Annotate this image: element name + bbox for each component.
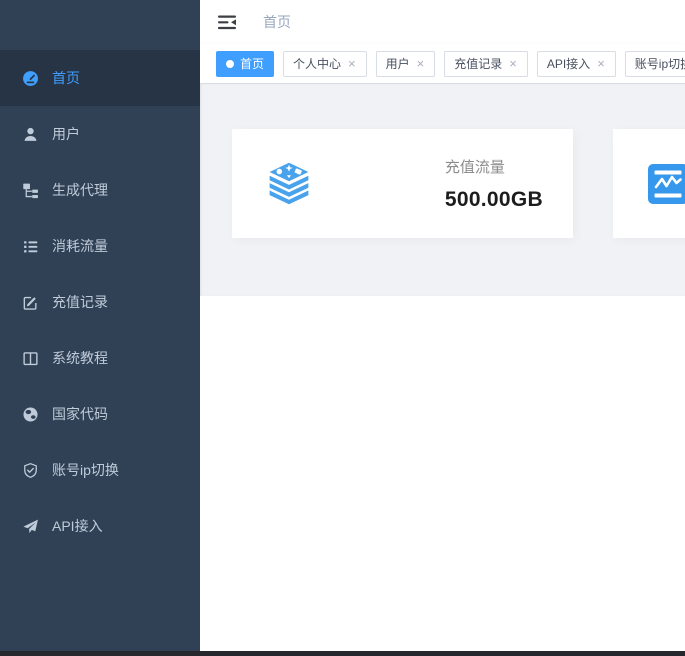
sidebar-item-label: 首页 bbox=[52, 68, 80, 88]
sidebar-item-label: 国家代码 bbox=[52, 404, 108, 424]
tag-recharge-records[interactable]: 充值记录 × bbox=[444, 51, 528, 77]
dashboard-icon bbox=[22, 70, 39, 87]
tag-api-access[interactable]: API接入 × bbox=[537, 51, 616, 77]
send-icon bbox=[22, 518, 39, 535]
sidebar-item-label: 系统教程 bbox=[52, 348, 108, 368]
tag-profile[interactable]: 个人中心 × bbox=[283, 51, 367, 77]
sidebar: 首页 用户 生成代理 bbox=[0, 0, 200, 651]
sidebar-item-tutorials[interactable]: 系统教程 bbox=[0, 330, 200, 386]
list-icon bbox=[22, 238, 39, 255]
card-value: 500.00GB bbox=[445, 188, 543, 212]
sidebar-item-label: 充值记录 bbox=[52, 292, 108, 312]
menu-fold-icon[interactable] bbox=[218, 15, 236, 30]
sidebar-item-home[interactable]: 首页 bbox=[0, 50, 200, 106]
tree-icon bbox=[22, 182, 39, 199]
sidebar-item-account-ip-switch[interactable]: 账号ip切换 bbox=[0, 442, 200, 498]
window-bottom-strip bbox=[0, 651, 685, 656]
card-text: 充值流量 500.00GB bbox=[445, 156, 543, 212]
dashboard-panel: 充值流量 500.00GB bbox=[200, 84, 685, 296]
sidebar-item-api-access[interactable]: API接入 bbox=[0, 498, 200, 554]
close-icon[interactable]: × bbox=[416, 57, 426, 70]
tag-label: 个人中心 bbox=[293, 55, 341, 72]
sidebar-item-recharge-records[interactable]: 充值记录 bbox=[0, 274, 200, 330]
sidebar-item-users[interactable]: 用户 bbox=[0, 106, 200, 162]
stat-card-partial[interactable] bbox=[613, 129, 685, 238]
sidebar-item-label: API接入 bbox=[52, 516, 103, 536]
sidebar-item-label: 账号ip切换 bbox=[52, 460, 119, 480]
tag-home[interactable]: 首页 bbox=[216, 51, 274, 77]
tag-label: 首页 bbox=[240, 55, 264, 72]
sidebar-menu: 首页 用户 生成代理 bbox=[0, 0, 200, 554]
tag-users[interactable]: 用户 × bbox=[376, 51, 436, 77]
tag-label: API接入 bbox=[547, 55, 590, 72]
close-icon[interactable]: × bbox=[596, 57, 606, 70]
sidebar-item-label: 生成代理 bbox=[52, 180, 108, 200]
sidebar-item-generate-proxy[interactable]: 生成代理 bbox=[0, 162, 200, 218]
breadcrumb[interactable]: 首页 bbox=[263, 12, 291, 32]
sidebar-item-country-codes[interactable]: 国家代码 bbox=[0, 386, 200, 442]
card-title: 充值流量 bbox=[445, 156, 543, 177]
globe-icon bbox=[22, 406, 39, 423]
sidebar-item-consumed-traffic[interactable]: 消耗流量 bbox=[0, 218, 200, 274]
shield-check-icon bbox=[22, 462, 39, 479]
stack-icon bbox=[265, 159, 313, 209]
tag-label: 账号ip切换 bbox=[635, 55, 685, 72]
tag-label: 用户 bbox=[386, 55, 410, 72]
sidebar-item-label: 消耗流量 bbox=[52, 236, 108, 256]
edit-square-icon bbox=[22, 294, 39, 311]
navbar: 首页 bbox=[200, 0, 685, 44]
recharge-traffic-card[interactable]: 充值流量 500.00GB bbox=[232, 129, 573, 238]
close-icon[interactable]: × bbox=[347, 57, 357, 70]
book-icon bbox=[22, 350, 39, 367]
sidebar-item-label: 用户 bbox=[52, 124, 80, 144]
tag-label: 充值记录 bbox=[454, 55, 502, 72]
close-icon[interactable]: × bbox=[508, 57, 518, 70]
tags-bar: 首页 个人中心 × 用户 × 充值记录 × API接入 × 账号ip切换 × bbox=[200, 44, 685, 84]
active-dot-icon bbox=[226, 60, 234, 68]
chart-monitor-icon bbox=[648, 163, 685, 205]
user-icon bbox=[22, 126, 39, 143]
tag-account-ip-switch[interactable]: 账号ip切换 × bbox=[625, 51, 685, 77]
main-area: 首页 首页 个人中心 × 用户 × 充值记录 × API接入 × 账号ip切换 … bbox=[200, 0, 685, 651]
